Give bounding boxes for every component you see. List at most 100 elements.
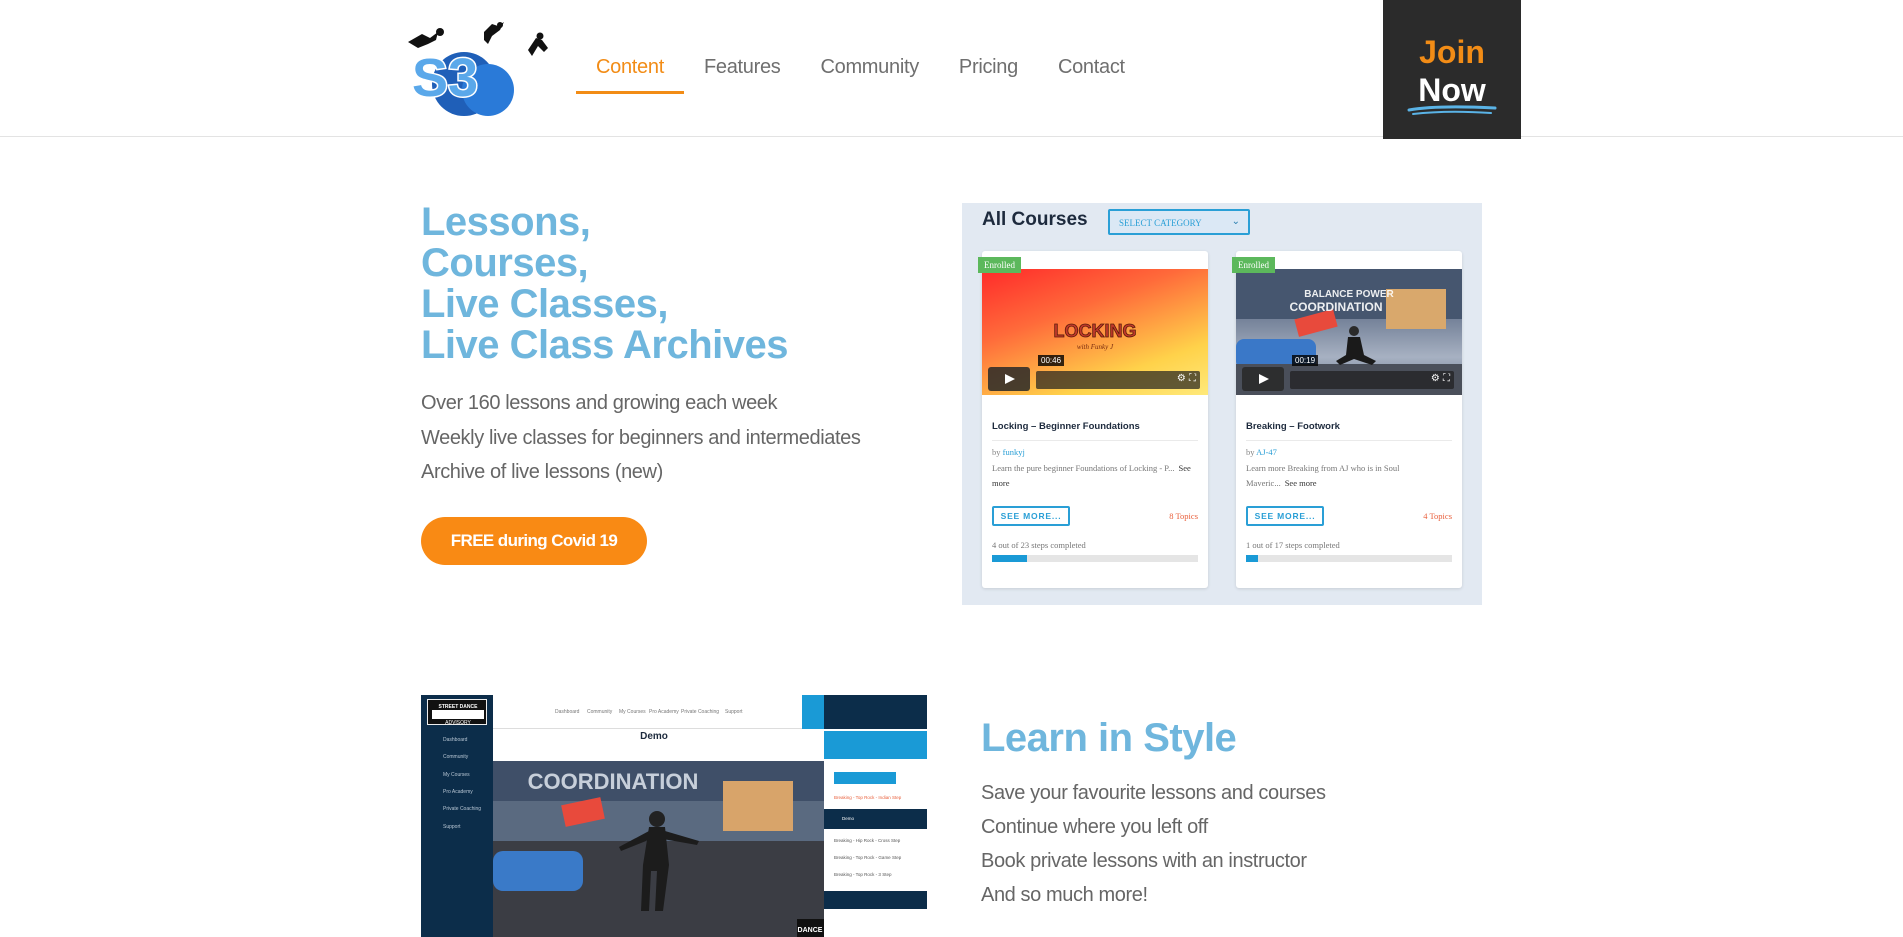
nav-community[interactable]: Community	[800, 48, 938, 94]
enrolled-badge: Enrolled	[978, 257, 1021, 273]
screenshot-video: COORDINATION DANCE	[493, 761, 824, 937]
hero-heading-line: Live Class Archives	[421, 323, 789, 367]
screenshot-current-lesson	[824, 809, 927, 829]
style-bullets: Save your favourite lessons and courses …	[981, 776, 1326, 912]
join-now-button[interactable]: Join Now	[1383, 0, 1521, 139]
svg-text:COORDINATION: COORDINATION	[1289, 300, 1382, 314]
hero-heading: Lessons, Courses, Live Classes, Live Cla…	[421, 200, 789, 367]
nav-features[interactable]: Features	[684, 48, 801, 94]
video-controls: 00:46 ⚙ ⛶	[988, 355, 1202, 391]
screenshot-lesson-item: Breaking - Top Rock - 3 Step	[834, 872, 892, 877]
hero-bullets: Over 160 lessons and growing each week W…	[421, 386, 861, 490]
screenshot-top-item: My Courses	[619, 709, 646, 715]
svg-text:COORDINATION: COORDINATION	[528, 769, 699, 794]
svg-text:STREET DANCE: STREET DANCE	[439, 704, 479, 710]
topics-count: 8 Topics	[1169, 511, 1198, 521]
course-card-breaking[interactable]: Enrolled BALANCE POWER COORDINATION 00:1…	[1232, 251, 1462, 588]
video-time: 00:46	[1038, 355, 1065, 366]
screenshot-side-item: Community	[443, 754, 469, 760]
screenshot-side-item: Support	[443, 824, 461, 830]
screenshot-right-panel: Breaking - Top Rock - Indian Step Demo B…	[824, 695, 927, 937]
screenshot-top-item: Dashboard	[555, 709, 580, 715]
svg-text:DANCE: DANCE	[798, 927, 823, 934]
video-scrubber[interactable]: ⚙ ⛶	[1290, 371, 1454, 389]
screenshot-lesson-item: Breaking - Top Rock - Game Step	[834, 855, 902, 860]
join-label: Join	[1419, 34, 1485, 70]
hero-bullet: Archive of live lessons (new)	[421, 461, 663, 483]
main-nav: Content Features Community Pricing Conta…	[576, 48, 1145, 94]
svg-text:BALANCE POWER: BALANCE POWER	[1304, 289, 1394, 300]
learn-in-style-heading: Learn in Style	[981, 716, 1237, 760]
video-time: 00:19	[1292, 355, 1319, 366]
see-more-button[interactable]: SEE MORE...	[992, 506, 1070, 526]
steps-completed: 4 out of 23 steps completed	[992, 540, 1086, 550]
screenshot-side-item: Dashboard	[443, 737, 468, 743]
screenshot-side-item: Private Coaching	[443, 806, 482, 812]
svg-text:LOCKING: LOCKING	[1054, 321, 1137, 341]
screenshot-topbar: Dashboard Community My Courses Pro Acade…	[493, 695, 815, 729]
svg-text:with Funky J: with Funky J	[1077, 343, 1114, 351]
course-author-link[interactable]: AJ-47	[1256, 447, 1277, 457]
screenshot-logo: STREET DANCE ADVISORY	[427, 699, 487, 726]
screenshot-side-item: Pro Academy	[443, 789, 473, 795]
play-icon[interactable]	[1242, 367, 1284, 391]
nav-pricing[interactable]: Pricing	[939, 48, 1038, 94]
style-bullet: Save your favourite lessons and courses	[981, 782, 1326, 804]
style-bullet: And so much more!	[981, 884, 1148, 906]
hero-bullet: Over 160 lessons and growing each week	[421, 392, 778, 414]
screenshot-lesson-select	[824, 731, 927, 759]
free-covid-button[interactable]: FREE during Covid 19	[421, 517, 647, 565]
course-title[interactable]: Locking – Beginner Foundations	[992, 421, 1140, 432]
play-icon[interactable]	[988, 367, 1030, 391]
course-video[interactable]: BALANCE POWER COORDINATION 00:19 ⚙ ⛶	[1236, 269, 1462, 395]
screenshot-lesson-item: Breaking - Top Rock - Indian Step	[834, 795, 902, 800]
hero-heading-line: Lessons,	[421, 200, 591, 244]
screenshot-button	[834, 772, 896, 784]
settings-fullscreen-icon[interactable]: ⚙ ⛶	[1177, 373, 1196, 384]
lesson-page-screenshot: STREET DANCE ADVISORY Dashboard Communit…	[421, 695, 927, 937]
course-author-link[interactable]: funkyj	[1003, 447, 1025, 457]
screenshot-top-item: Support	[725, 709, 743, 715]
site-logo[interactable]: S3	[400, 22, 560, 117]
brush-underline-icon	[1407, 105, 1497, 115]
screenshot-footer-bar	[824, 891, 927, 909]
screenshot-lesson-title: Demo	[640, 731, 668, 742]
search-icon	[802, 695, 824, 729]
course-video[interactable]: LOCKING with Funky J 00:46 ⚙ ⛶	[982, 269, 1208, 395]
courses-panel-title: All Courses	[982, 209, 1088, 230]
chevron-down-icon: ⌄	[1231, 216, 1240, 227]
screenshot-avatar-bar	[824, 695, 927, 729]
hero-heading-line: Live Classes,	[421, 282, 669, 326]
svg-text:S3: S3	[412, 48, 478, 108]
screenshot-lesson-item: Breaking - Hip Rock - Cross Step	[834, 838, 901, 843]
enrolled-badge: Enrolled	[1232, 257, 1275, 273]
divider	[1246, 440, 1452, 441]
svg-text:ADVISORY: ADVISORY	[445, 720, 471, 726]
course-author-line: by funkyj	[992, 447, 1025, 457]
screenshot-side-item: My Courses	[443, 772, 470, 778]
progress-bar	[1246, 555, 1452, 562]
see-more-button[interactable]: SEE MORE...	[1246, 506, 1324, 526]
course-title[interactable]: Breaking – Footwork	[1246, 421, 1340, 432]
settings-fullscreen-icon[interactable]: ⚙ ⛶	[1431, 373, 1450, 384]
hero-heading-line: Courses,	[421, 241, 589, 285]
course-description: Learn the pure beginner Foundations of L…	[992, 463, 1191, 488]
style-bullet: Book private lessons with an instructor	[981, 850, 1307, 872]
topics-count: 4 Topics	[1423, 511, 1452, 521]
style-bullet: Continue where you left off	[981, 816, 1208, 838]
hero-bullet: Weekly live classes for beginners and in…	[421, 426, 861, 449]
progress-fill	[1246, 555, 1259, 562]
divider	[992, 440, 1198, 441]
see-more-link[interactable]: See more	[1285, 478, 1317, 488]
courses-panel-screenshot: All Courses SELECT CATEGORY ⌄ Enrolled L…	[962, 203, 1482, 605]
progress-bar	[992, 555, 1198, 562]
nav-contact[interactable]: Contact	[1038, 48, 1145, 94]
screenshot-top-item: Community	[587, 709, 613, 715]
course-author-line: by AJ-47	[1246, 447, 1277, 457]
screenshot-sidebar: STREET DANCE ADVISORY Dashboard Communit…	[421, 695, 493, 937]
category-select[interactable]: SELECT CATEGORY ⌄	[1108, 209, 1250, 235]
screenshot-lesson-item: Demo	[842, 816, 855, 821]
course-card-locking[interactable]: Enrolled LOCKING with Funky J 00:46 ⚙ ⛶ …	[978, 251, 1208, 588]
nav-content[interactable]: Content	[576, 48, 684, 94]
video-scrubber[interactable]: ⚙ ⛶	[1036, 371, 1200, 389]
